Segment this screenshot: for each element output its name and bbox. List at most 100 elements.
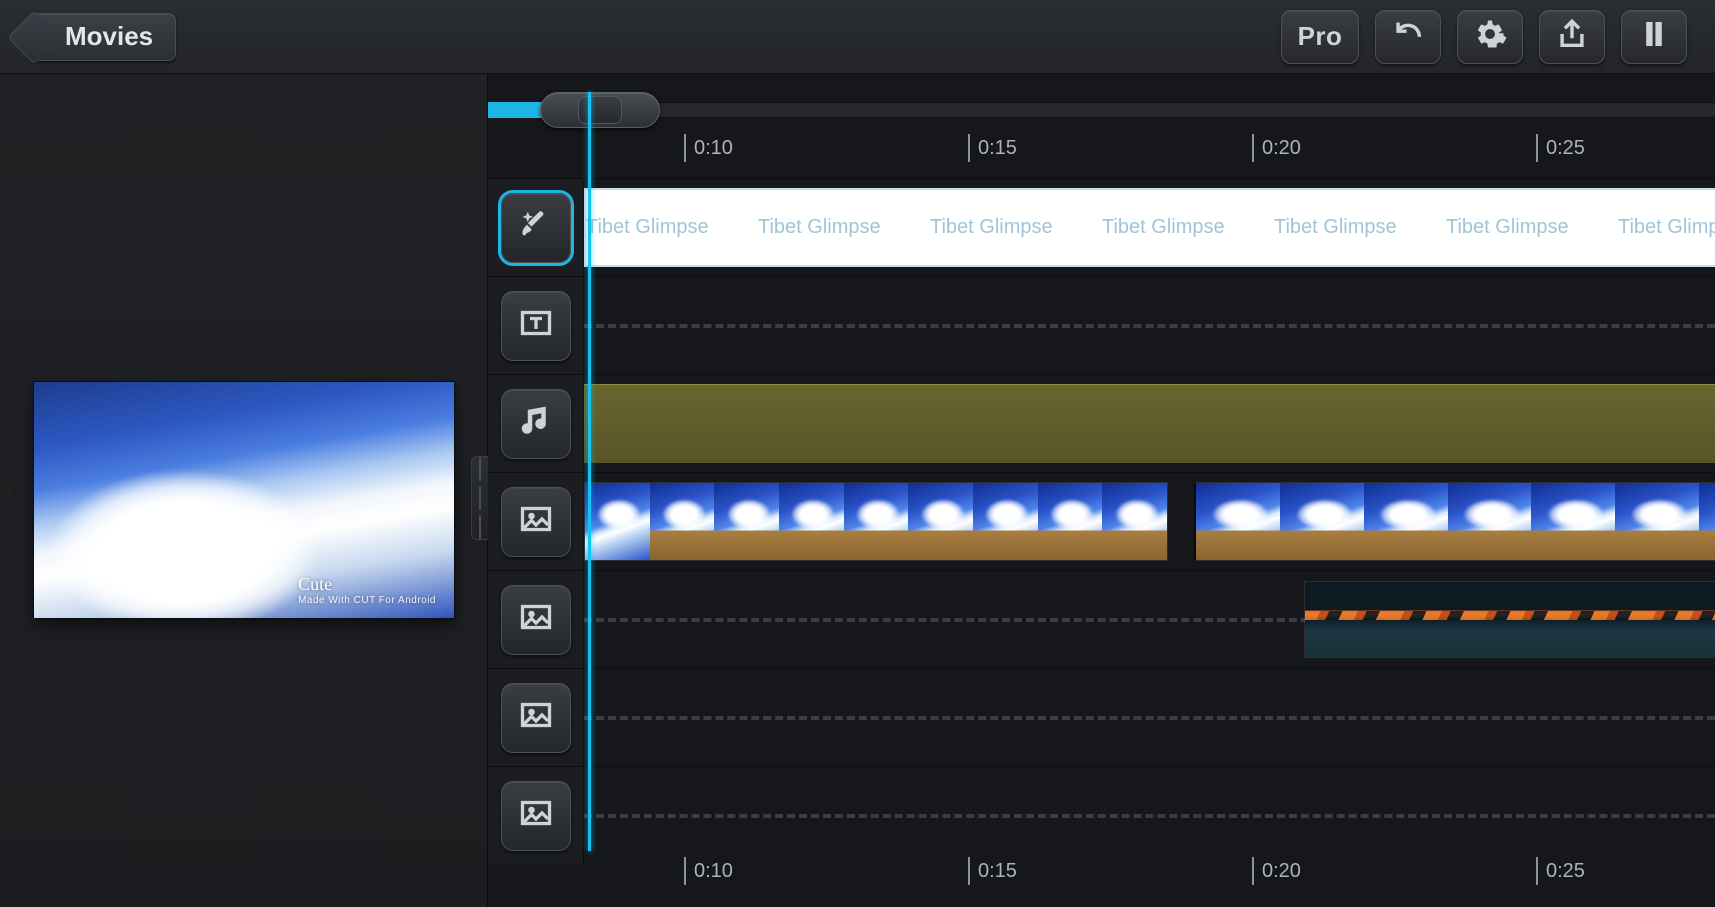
theme-clip-label: Tibet Glimpse: [758, 216, 930, 239]
time-tick: 0:15: [968, 134, 1017, 162]
track-button-text[interactable]: [501, 291, 571, 361]
topbar: Movies Pro: [0, 0, 1715, 74]
time-tick-label: 0:15: [978, 860, 1017, 883]
video-frame: [650, 483, 715, 560]
video-frame: [585, 483, 650, 560]
track-head-text: [488, 277, 584, 374]
track-button-video-2[interactable]: [501, 585, 571, 655]
time-tick-label: 0:15: [978, 137, 1017, 160]
video-frame: [1305, 582, 1389, 657]
track-head-video-1: [488, 473, 584, 570]
track-head-music: [488, 375, 584, 472]
preview-watermark: Cute Made With CUT For Android: [298, 574, 436, 606]
theme-clip-label: Tibet Glimpse: [1618, 216, 1715, 239]
settings-button[interactable]: [1457, 10, 1523, 64]
scrubber-track[interactable]: [488, 102, 1715, 118]
time-tick-label: 0:10: [694, 860, 733, 883]
track-text: [488, 276, 1715, 374]
track-lane-text[interactable]: [584, 277, 1715, 374]
video-preview[interactable]: Cute Made With CUT For Android: [34, 382, 454, 618]
track-lane-video-1[interactable]: [584, 473, 1715, 570]
time-tick: 0:20: [1252, 857, 1301, 885]
track-button-theme[interactable]: [501, 193, 571, 263]
image-icon: [518, 697, 554, 738]
image-icon: [518, 501, 554, 542]
pro-button[interactable]: Pro: [1281, 10, 1359, 64]
time-tick-label: 0:10: [694, 137, 733, 160]
video-frame: [1196, 483, 1280, 560]
track-head-theme: [488, 179, 584, 276]
track-video-3: [488, 668, 1715, 766]
track-button-video-4[interactable]: [501, 781, 571, 851]
track-lane-video-4[interactable]: [584, 767, 1715, 864]
video-clip[interactable]: [1194, 482, 1715, 561]
panel-drag-handle[interactable]: [471, 456, 489, 540]
theme-clip[interactable]: Tibet GlimpseTibet GlimpseTibet GlimpseT…: [584, 188, 1715, 267]
video-clip[interactable]: [584, 482, 1168, 561]
pause-button[interactable]: [1621, 10, 1687, 64]
brush-icon: [518, 207, 554, 248]
theme-clip-label: Tibet Glimpse: [586, 216, 758, 239]
track-head-video-2: [488, 571, 584, 668]
toolbar-actions: Pro: [1281, 10, 1687, 64]
video-frame: [1280, 483, 1364, 560]
video-frame: [1038, 483, 1103, 560]
video-frame: [844, 483, 909, 560]
image-icon: [518, 795, 554, 836]
pause-icon: [1637, 17, 1671, 56]
video-frame: [714, 483, 779, 560]
time-ruler-top[interactable]: 0:10 0:15 0:20 0:25: [488, 134, 1715, 174]
time-tick-label: 0:25: [1546, 860, 1585, 883]
playhead[interactable]: [588, 92, 591, 851]
track-music: [488, 374, 1715, 472]
track-lane-video-2[interactable]: [584, 571, 1715, 668]
video-frame: [1389, 582, 1473, 657]
track-theme: Tibet GlimpseTibet GlimpseTibet GlimpseT…: [488, 178, 1715, 276]
preview-panel: Cute Made With CUT For Android: [0, 74, 488, 907]
scrubber-bar: [488, 92, 1715, 124]
track-button-video-1[interactable]: [501, 487, 571, 557]
theme-clip-label: Tibet Glimpse: [930, 216, 1102, 239]
track-lane-music[interactable]: [584, 375, 1715, 472]
track-button-music[interactable]: [501, 389, 571, 459]
time-tick: 0:25: [1536, 857, 1585, 885]
share-icon: [1555, 17, 1589, 56]
video-frame: [1473, 582, 1557, 657]
track-video-4: [488, 766, 1715, 864]
share-button[interactable]: [1539, 10, 1605, 64]
music-clip[interactable]: [584, 384, 1715, 463]
video-clip[interactable]: [1304, 581, 1715, 658]
pro-button-label: Pro: [1298, 21, 1343, 52]
time-tick: 0:25: [1536, 134, 1585, 162]
undo-icon: [1391, 17, 1425, 56]
time-tick-label: 0:25: [1546, 137, 1585, 160]
video-frame: [1531, 483, 1615, 560]
scrubber-knob[interactable]: [540, 92, 660, 128]
video-frame: [1448, 483, 1532, 560]
time-ruler-bottom[interactable]: 0:10 0:15 0:20 0:25: [488, 857, 1715, 897]
undo-button[interactable]: [1375, 10, 1441, 64]
time-tick-label: 0:20: [1262, 137, 1301, 160]
video-frame: [973, 483, 1038, 560]
text-icon: [518, 305, 554, 346]
time-tick-label: 0:20: [1262, 860, 1301, 883]
track-button-video-3[interactable]: [501, 683, 571, 753]
theme-clip-label: Tibet Glimpse: [1274, 216, 1446, 239]
time-tick: 0:10: [684, 857, 733, 885]
track-video-2: [488, 570, 1715, 668]
track-lane-theme[interactable]: Tibet GlimpseTibet GlimpseTibet GlimpseT…: [584, 179, 1715, 276]
video-frame: [779, 483, 844, 560]
video-frame: [1699, 483, 1715, 560]
music-icon: [518, 403, 554, 444]
video-frame: [1102, 483, 1167, 560]
theme-clip-label: Tibet Glimpse: [1446, 216, 1618, 239]
time-tick: 0:10: [684, 134, 733, 162]
track-lane-video-3[interactable]: [584, 669, 1715, 766]
tracks-container: Tibet GlimpseTibet GlimpseTibet GlimpseT…: [488, 178, 1715, 851]
gear-icon: [1473, 17, 1507, 56]
track-video-1: [488, 472, 1715, 570]
track-head-video-4: [488, 767, 584, 864]
back-button[interactable]: Movies: [28, 13, 176, 61]
back-button-label: Movies: [65, 21, 153, 52]
time-tick: 0:20: [1252, 134, 1301, 162]
